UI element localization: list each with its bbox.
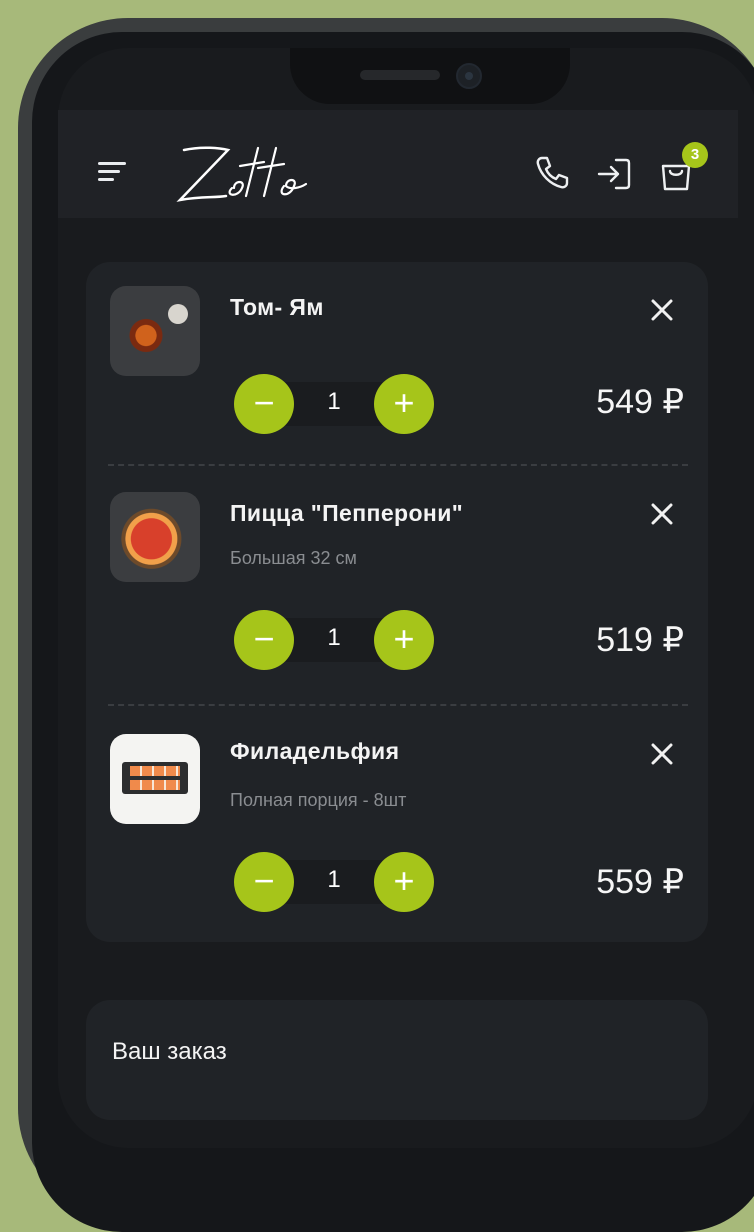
cart-item-tom-yam: Том- Ям − 1 + 549 ₽ bbox=[108, 286, 698, 506]
decrease-button[interactable]: − bbox=[234, 852, 294, 912]
phone-icon[interactable] bbox=[532, 152, 572, 192]
divider bbox=[108, 464, 688, 466]
philadelphia-roll-image bbox=[110, 734, 200, 824]
order-summary-title: Ваш заказ bbox=[112, 1038, 227, 1065]
speaker-grille bbox=[360, 70, 440, 80]
close-icon[interactable] bbox=[648, 740, 676, 768]
pizza-image bbox=[110, 492, 200, 582]
logo-zotto[interactable] bbox=[172, 140, 312, 208]
quantity-stepper: − 1 + bbox=[234, 374, 434, 434]
item-subtitle: Полная порция - 8шт bbox=[230, 790, 407, 810]
tom-yam-image bbox=[110, 286, 200, 376]
cart-item-philadelphia: Филадельфия Полная порция - 8шт − 1 + 55… bbox=[108, 732, 698, 952]
quantity-value: 1 bbox=[327, 388, 341, 415]
item-price: 559 ₽ bbox=[596, 863, 684, 901]
cart-count-badge: 3 bbox=[682, 142, 708, 168]
login-icon[interactable] bbox=[594, 154, 634, 194]
close-icon[interactable] bbox=[648, 296, 676, 324]
item-title: Том- Ям bbox=[230, 294, 324, 320]
item-title: Пицца "Пепперони" bbox=[230, 500, 464, 526]
item-price: 549 ₽ bbox=[596, 383, 684, 421]
cart-item-pepperoni: Пицца "Пепперони" Большая 32 см − 1 + 51… bbox=[108, 492, 698, 712]
increase-button[interactable]: + bbox=[374, 374, 434, 434]
front-camera bbox=[456, 63, 482, 89]
increase-button[interactable]: + bbox=[374, 852, 434, 912]
increase-button[interactable]: + bbox=[374, 610, 434, 670]
menu-icon[interactable] bbox=[98, 160, 126, 184]
item-title: Филадельфия bbox=[230, 738, 400, 764]
divider bbox=[108, 704, 688, 706]
quantity-value: 1 bbox=[327, 866, 341, 893]
decrease-button[interactable]: − bbox=[234, 610, 294, 670]
decrease-button[interactable]: − bbox=[234, 374, 294, 434]
quantity-value: 1 bbox=[327, 624, 341, 651]
quantity-stepper: − 1 + bbox=[234, 610, 434, 670]
quantity-stepper: − 1 + bbox=[234, 852, 434, 912]
item-subtitle: Большая 32 см bbox=[230, 548, 357, 568]
item-price: 519 ₽ bbox=[596, 621, 684, 659]
app-header bbox=[58, 110, 738, 218]
close-icon[interactable] bbox=[648, 500, 676, 528]
